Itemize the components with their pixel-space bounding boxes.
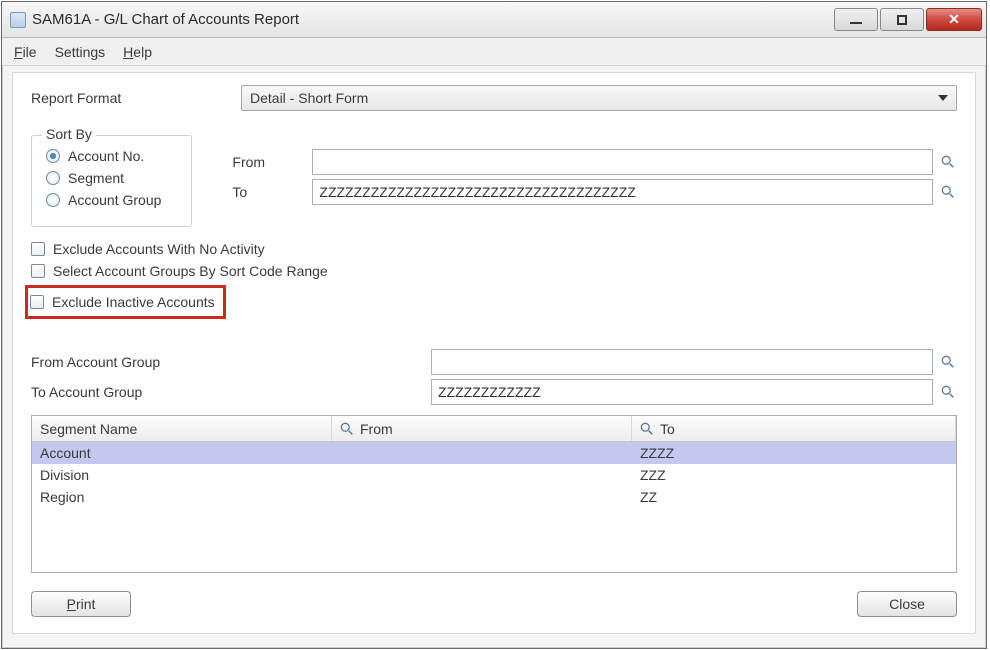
sort-by-legend: Sort By xyxy=(42,126,96,142)
grid-cell-segment: Account xyxy=(32,442,332,464)
print-button[interactable]: Print xyxy=(31,591,131,617)
lookup-to-group-button[interactable] xyxy=(939,383,957,401)
menu-settings[interactable]: Settings xyxy=(55,44,106,60)
to-account-group-input[interactable] xyxy=(431,379,933,405)
sort-option-account-no[interactable]: Account No. xyxy=(46,148,161,164)
grid-cell-segment: Division xyxy=(32,464,332,486)
window-title: SAM61A - G/L Chart of Accounts Report xyxy=(32,11,834,28)
sort-option-label: Account No. xyxy=(68,148,144,164)
menubar: File Settings Help xyxy=(2,38,986,66)
to-account-group-label: To Account Group xyxy=(31,384,431,400)
menu-help[interactable]: Help xyxy=(123,44,152,60)
search-icon xyxy=(941,155,955,169)
checkbox-label: Select Account Groups By Sort Code Range xyxy=(53,263,328,279)
range-to-row: To xyxy=(232,179,957,205)
search-icon xyxy=(941,355,955,369)
lookup-to-button[interactable] xyxy=(939,183,957,201)
checkbox-exclude-inactive[interactable]: Exclude Inactive Accounts xyxy=(30,294,215,310)
checkbox-select-groups-by-sortcode[interactable]: Select Account Groups By Sort Code Range xyxy=(31,263,957,279)
range-from-label: From xyxy=(232,154,312,170)
grid-cell-from xyxy=(332,464,632,486)
to-account-group-row: To Account Group xyxy=(31,379,957,405)
grid-header-from[interactable]: From xyxy=(332,416,632,441)
grid-cell-to: ZZ xyxy=(632,486,956,508)
grid-header-segment[interactable]: Segment Name xyxy=(32,416,332,441)
lookup-from-group-button[interactable] xyxy=(939,353,957,371)
menu-file[interactable]: File xyxy=(14,44,37,60)
search-icon xyxy=(941,185,955,199)
checkbox-icon xyxy=(31,242,45,256)
radio-icon xyxy=(46,171,60,185)
grid-header-to[interactable]: To xyxy=(632,416,956,441)
search-icon xyxy=(340,422,354,436)
grid-row[interactable]: Division ZZZ xyxy=(32,464,956,486)
search-icon xyxy=(941,385,955,399)
window-controls: ✕ xyxy=(834,8,982,31)
content-pane: Report Format Detail - Short Form Sort B… xyxy=(12,72,976,634)
chevron-down-icon xyxy=(938,95,948,101)
sort-option-account-group[interactable]: Account Group xyxy=(46,192,161,208)
titlebar: SAM61A - G/L Chart of Accounts Report ✕ xyxy=(2,2,986,38)
report-format-value: Detail - Short Form xyxy=(250,90,368,106)
checkbox-label: Exclude Inactive Accounts xyxy=(52,294,215,310)
minimize-button[interactable] xyxy=(834,8,878,31)
grid-header: Segment Name From To xyxy=(32,416,956,442)
application-window: SAM61A - G/L Chart of Accounts Report ✕ … xyxy=(1,1,987,649)
lookup-from-button[interactable] xyxy=(939,153,957,171)
from-account-group-row: From Account Group xyxy=(31,349,957,375)
report-format-select[interactable]: Detail - Short Form xyxy=(241,85,957,111)
maximize-button[interactable] xyxy=(880,8,924,31)
grid-cell-to: ZZZ xyxy=(632,464,956,486)
radio-icon xyxy=(46,149,60,163)
checkbox-icon xyxy=(31,264,45,278)
footer-buttons: Print Close xyxy=(31,591,957,617)
grid-row[interactable]: Account ZZZZ xyxy=(32,442,956,464)
segment-grid: Segment Name From To Account xyxy=(31,415,957,573)
checkbox-exclude-no-activity[interactable]: Exclude Accounts With No Activity xyxy=(31,241,957,257)
close-button[interactable]: Close xyxy=(857,591,957,617)
search-icon xyxy=(640,422,654,436)
range-fields: From To xyxy=(232,135,957,209)
range-from-input[interactable] xyxy=(312,149,933,175)
sort-by-group: Sort By Account No. Segment Account Grou… xyxy=(31,135,192,227)
sort-and-range: Sort By Account No. Segment Account Grou… xyxy=(31,135,957,227)
radio-icon xyxy=(46,193,60,207)
grid-body: Account ZZZZ Division ZZZ Region ZZ xyxy=(32,442,956,572)
checkbox-icon xyxy=(30,295,44,309)
from-account-group-label: From Account Group xyxy=(31,354,431,370)
report-format-row: Report Format Detail - Short Form xyxy=(31,85,957,111)
checkbox-section: Exclude Accounts With No Activity Select… xyxy=(31,241,957,319)
range-from-row: From xyxy=(232,149,957,175)
highlighted-option: Exclude Inactive Accounts xyxy=(25,285,226,319)
sort-option-label: Segment xyxy=(68,170,124,186)
range-to-label: To xyxy=(232,184,312,200)
range-to-input[interactable] xyxy=(312,179,933,205)
report-format-label: Report Format xyxy=(31,90,241,106)
grid-cell-from xyxy=(332,442,632,464)
checkbox-label: Exclude Accounts With No Activity xyxy=(53,241,265,257)
grid-cell-to: ZZZZ xyxy=(632,442,956,464)
grid-cell-from xyxy=(332,486,632,508)
sort-option-label: Account Group xyxy=(68,192,161,208)
grid-row[interactable]: Region ZZ xyxy=(32,486,956,508)
sort-option-segment[interactable]: Segment xyxy=(46,170,161,186)
app-icon xyxy=(10,12,26,28)
grid-cell-segment: Region xyxy=(32,486,332,508)
from-account-group-input[interactable] xyxy=(431,349,933,375)
account-group-section: From Account Group To Account Group Segm… xyxy=(31,349,957,573)
window-close-button[interactable]: ✕ xyxy=(926,8,982,31)
